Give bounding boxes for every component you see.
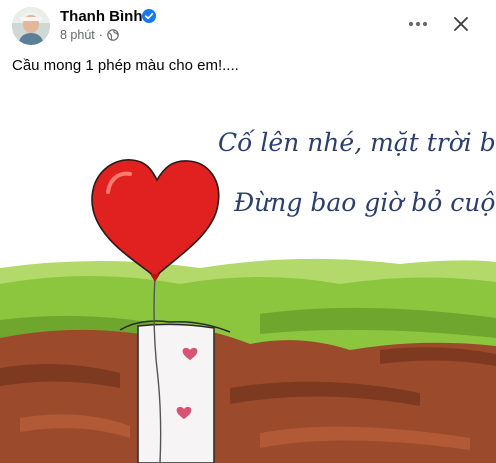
globe-icon[interactable] xyxy=(107,29,119,41)
image-text-line2: Đừng bao giờ bỏ cuộc... xyxy=(233,188,496,217)
illustration: Cố lên nhé, mặt trời bé con, Đừng bao gi… xyxy=(0,88,496,463)
image-text-line1: Cố lên nhé, mặt trời bé con, xyxy=(218,128,496,157)
facebook-post: Thanh Bình 8 phút · Cầu mong 1 phép màu … xyxy=(0,0,496,463)
author-name[interactable]: Thanh Bình xyxy=(60,8,143,25)
ground-slot xyxy=(137,323,215,463)
post-time[interactable]: 8 phút xyxy=(60,28,95,42)
post-header: Thanh Bình 8 phút · xyxy=(0,0,496,52)
close-icon xyxy=(454,17,468,31)
meta-separator: · xyxy=(98,28,103,42)
close-button[interactable] xyxy=(447,10,475,38)
more-options-icon xyxy=(408,21,428,27)
verified-badge-icon xyxy=(142,9,156,23)
post-caption: Cầu mong 1 phép màu cho em!.... xyxy=(12,57,239,74)
post-meta: 8 phút · xyxy=(60,28,119,42)
avatar[interactable] xyxy=(12,7,50,45)
more-options-button[interactable] xyxy=(404,10,432,38)
post-image[interactable]: Cố lên nhé, mặt trời bé con, Đừng bao gi… xyxy=(0,88,496,463)
